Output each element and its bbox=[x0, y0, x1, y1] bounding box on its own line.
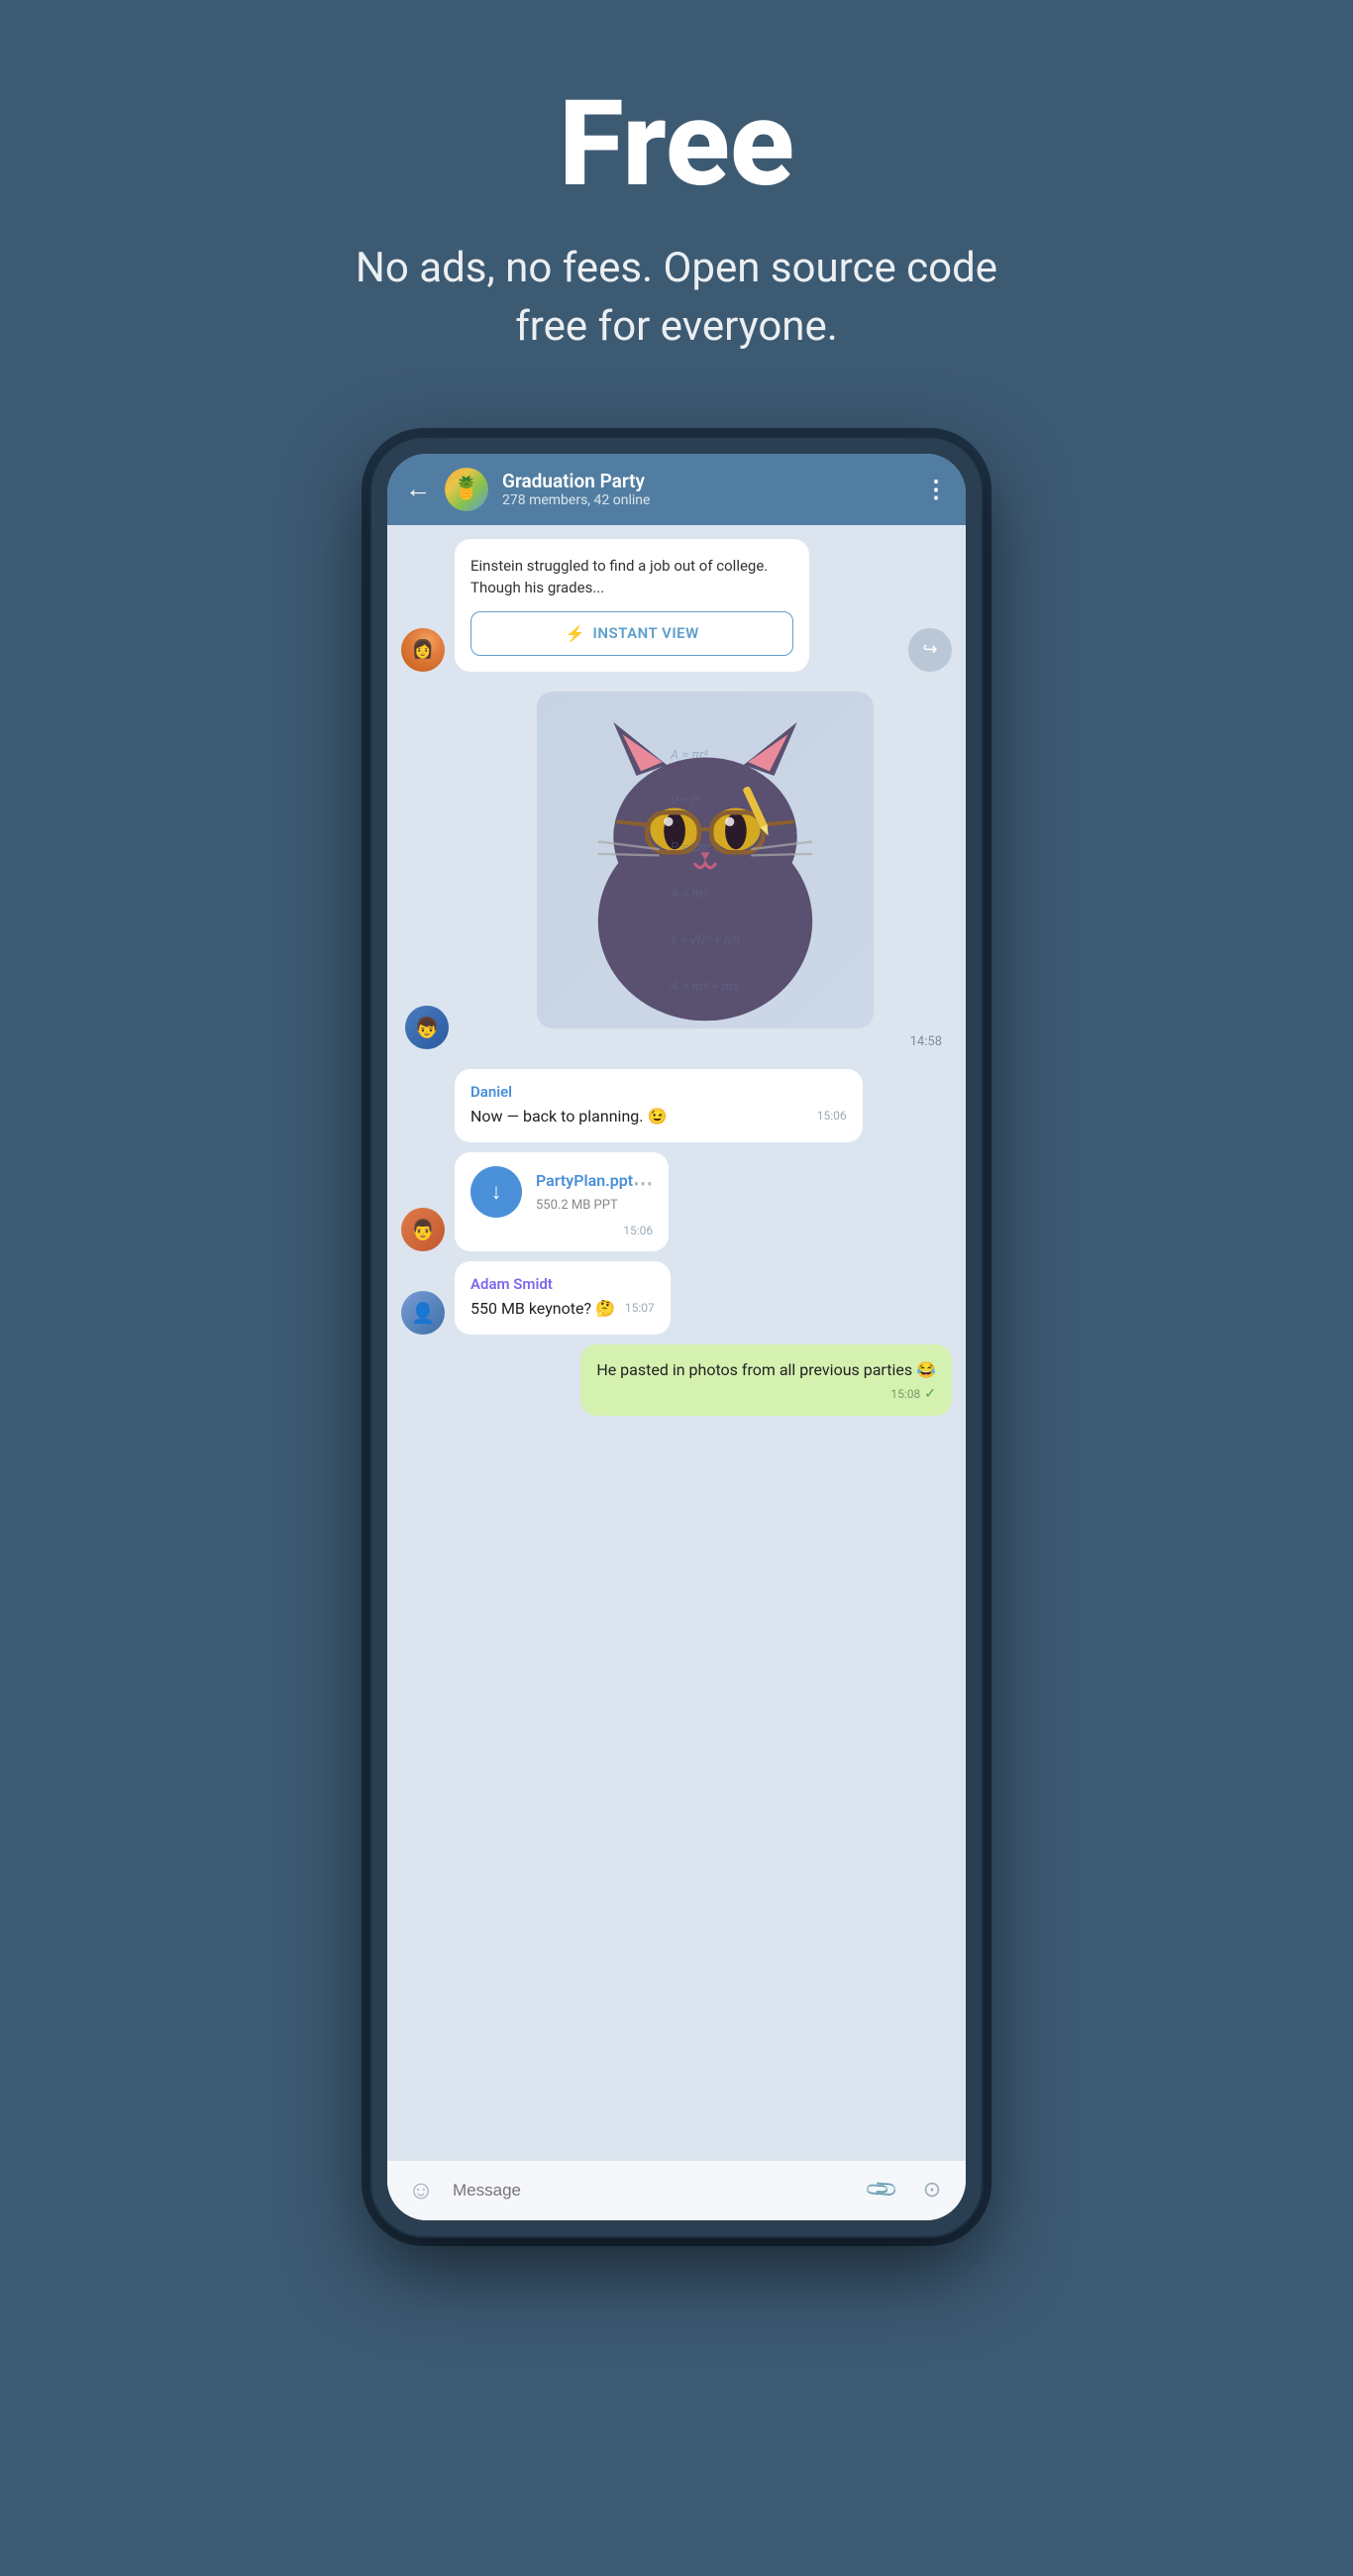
daniel-message-container: Daniel Now — back to planning. 😉 15:06 bbox=[401, 1069, 952, 1142]
chat-header: ← 🍍 Graduation Party 278 members, 42 onl… bbox=[387, 454, 966, 525]
adam-sender-name: Adam Smidt bbox=[470, 1275, 655, 1293]
self-message-footer: 15:08 ✓ bbox=[596, 1386, 936, 1402]
file-name: PartyPlan.ppt bbox=[536, 1171, 633, 1190]
back-button[interactable]: ← bbox=[405, 474, 431, 504]
phone-wrapper: ← 🍍 Graduation Party 278 members, 42 onl… bbox=[369, 416, 984, 2298]
daniel-message-text: Now — back to planning. 😉 15:06 bbox=[470, 1105, 847, 1128]
message-check-icon: ✓ bbox=[924, 1386, 936, 1402]
file-sender-avatar: 👨 bbox=[401, 1208, 445, 1251]
emoji-icon: ☺ bbox=[408, 2175, 435, 2205]
daniel-message-bubble: Daniel Now — back to planning. 😉 15:06 bbox=[455, 1069, 863, 1142]
sender-avatar-girl: 👩 bbox=[401, 628, 445, 672]
camera-button[interactable]: ⊙ bbox=[914, 2173, 950, 2208]
sticker-sender-avatar: 👦 bbox=[405, 1006, 449, 1049]
input-bar: ☺ 📎 ⊙ bbox=[387, 2160, 966, 2220]
emoji-button[interactable]: ☺ bbox=[403, 2173, 439, 2208]
math-background: A = πr² V = l³ P = 2πr A = πr² s = √(r² … bbox=[537, 692, 874, 1028]
lightning-icon: ⚡ bbox=[566, 624, 585, 643]
adam-message-text: 550 MB keynote? 🤔 15:07 bbox=[470, 1297, 655, 1321]
forward-button[interactable]: ↪ bbox=[908, 628, 952, 672]
attach-button[interactable]: 📎 bbox=[865, 2173, 900, 2208]
self-message-bubble: He pasted in photos from all previous pa… bbox=[580, 1344, 952, 1416]
file-more-icon[interactable]: ⋯ bbox=[633, 1171, 653, 1195]
group-name: Graduation Party bbox=[502, 470, 910, 492]
self-message-row: He pasted in photos from all previous pa… bbox=[401, 1344, 952, 1416]
adam-message-bubble: Adam Smidt 550 MB keynote? 🤔 15:07 bbox=[455, 1261, 671, 1335]
instant-view-label: INSTANT VIEW bbox=[593, 624, 699, 642]
adam-message-row: 👤 Adam Smidt 550 MB keynote? 🤔 15:07 bbox=[401, 1261, 952, 1335]
phone-frame: ← 🍍 Graduation Party 278 members, 42 onl… bbox=[369, 436, 984, 2238]
sticker-area: A = πr² V = l³ P = 2πr A = πr² s = √(r² … bbox=[459, 692, 952, 1049]
hero-subtitle: No ads, no fees. Open source code free f… bbox=[330, 240, 1023, 357]
chat-body: 👩 Einstein struggled to find a job out o… bbox=[387, 525, 966, 2160]
group-info: Graduation Party 278 members, 42 online bbox=[502, 470, 910, 508]
group-avatar: 🍍 bbox=[445, 468, 488, 511]
download-icon: ↓ bbox=[491, 1179, 502, 1205]
file-size: 550.2 MB PPT bbox=[536, 1198, 653, 1213]
self-message-text: He pasted in photos from all previous pa… bbox=[596, 1358, 936, 1382]
message-input[interactable] bbox=[453, 2181, 851, 2200]
file-message-row: 👨 ↓ PartyPlan.ppt ⋯ bbox=[401, 1152, 952, 1251]
sticker-section: 👦 A = πr² V = l³ P = 2πr A = πr² s = √(r… bbox=[401, 692, 952, 1049]
self-message-time: 15:08 bbox=[890, 1387, 920, 1401]
instant-view-button[interactable]: ⚡ INSTANT VIEW bbox=[470, 611, 793, 656]
adam-avatar: 👤 bbox=[401, 1291, 445, 1335]
link-message-row: 👩 Einstein struggled to find a job out o… bbox=[401, 539, 952, 672]
group-members: 278 members, 42 online bbox=[502, 492, 910, 508]
file-row: ↓ PartyPlan.ppt ⋯ 550.2 MB PPT bbox=[470, 1166, 653, 1218]
phone-screen: ← 🍍 Graduation Party 278 members, 42 onl… bbox=[387, 454, 966, 2220]
camera-icon: ⊙ bbox=[923, 2178, 941, 2202]
paperclip-icon: 📎 bbox=[864, 2172, 900, 2208]
file-header-row: PartyPlan.ppt ⋯ bbox=[536, 1171, 653, 1195]
download-button[interactable]: ↓ bbox=[470, 1166, 522, 1218]
link-preview-text: Einstein struggled to find a job out of … bbox=[470, 555, 793, 599]
file-time: 15:06 bbox=[470, 1224, 653, 1237]
forward-icon: ↪ bbox=[922, 639, 937, 660]
sticker-background: A = πr² V = l³ P = 2πr A = πr² s = √(r² … bbox=[537, 692, 874, 1028]
adam-message-time: 15:07 bbox=[625, 1299, 655, 1317]
link-bubble: Einstein struggled to find a job out of … bbox=[455, 539, 809, 672]
more-options-icon[interactable]: ⋮ bbox=[924, 476, 948, 503]
hero-section: Free No ads, no fees. Open source code f… bbox=[290, 0, 1063, 416]
file-bubble: ↓ PartyPlan.ppt ⋯ 550.2 MB PPT 15:06 bbox=[455, 1152, 669, 1251]
daniel-message-time: 15:06 bbox=[817, 1107, 847, 1125]
sticker-time: 14:58 bbox=[910, 1034, 952, 1049]
daniel-bubble: Daniel Now — back to planning. 😉 15:06 bbox=[455, 1069, 952, 1142]
file-info: PartyPlan.ppt ⋯ 550.2 MB PPT bbox=[536, 1171, 653, 1213]
hero-title: Free bbox=[330, 79, 1023, 210]
daniel-sender-name: Daniel bbox=[470, 1083, 847, 1101]
